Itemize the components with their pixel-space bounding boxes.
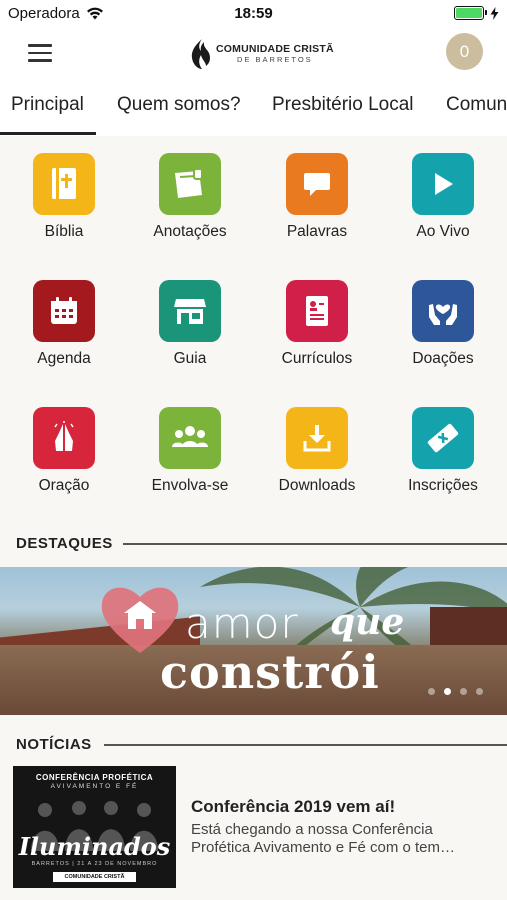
- play-icon: [412, 153, 474, 215]
- tile-downloads[interactable]: Downloads: [254, 404, 380, 514]
- tile-curriculos[interactable]: Currículos: [254, 277, 380, 387]
- logo-line-1: COMUNIDADE CRISTÃ: [216, 43, 334, 55]
- section-divider: [123, 543, 507, 545]
- donation-hands-icon: [412, 280, 474, 342]
- clock: 18:59: [234, 5, 273, 22]
- section-divider: [104, 744, 507, 746]
- tile-label: Envolva-se: [151, 477, 229, 494]
- logo-text: COMUNIDADE CRISTÃ DE BARRETOS: [216, 43, 334, 65]
- counter-badge-button[interactable]: 0: [446, 33, 483, 70]
- speech-bubble-icon: [286, 153, 348, 215]
- church-logo[interactable]: COMUNIDADE CRISTÃ DE BARRETOS: [190, 37, 334, 71]
- app-header: COMUNIDADE CRISTÃ DE BARRETOS 0: [0, 28, 507, 80]
- carousel-dot[interactable]: [428, 688, 435, 695]
- news-section-title: NOTÍCIAS: [16, 736, 92, 753]
- group-icon: [159, 407, 221, 469]
- tile-label: Downloads: [278, 477, 356, 494]
- tile-label: Bíblia: [44, 223, 84, 240]
- tile-label: Guia: [173, 350, 207, 367]
- news-thumbnail: CONFERÊNCIA PROFÉTICA AVIVAMENTO E FÉ Il…: [13, 766, 176, 888]
- tile-biblia[interactable]: Bíblia: [1, 150, 127, 260]
- news-description: Está chegando a nossa Conferência Profét…: [191, 821, 456, 856]
- top-tab-bar: Principal Quem somos? Presbitério Local …: [0, 80, 507, 136]
- thumb-title: CONFERÊNCIA PROFÉTICA: [35, 773, 154, 782]
- tab-quem-somos[interactable]: Quem somos?: [117, 94, 241, 116]
- thumb-subtitle: AVIVAMENTO E FÉ: [50, 783, 139, 790]
- bible-icon: [33, 153, 95, 215]
- tile-label: Inscrições: [408, 477, 478, 494]
- banner-word-constroi: constrói: [160, 645, 380, 699]
- tile-anotacoes[interactable]: Anotações: [127, 150, 253, 260]
- active-tab-indicator: [0, 132, 96, 135]
- tile-agenda[interactable]: Agenda: [1, 277, 127, 387]
- banner-word-amor: amor: [185, 599, 299, 648]
- carousel-dot-active[interactable]: [444, 688, 451, 695]
- tab-comunidade[interactable]: Comun: [446, 94, 507, 116]
- tile-inscricoes[interactable]: Inscrições: [380, 404, 506, 514]
- carousel-pagination: [428, 688, 483, 695]
- highlights-section-title: DESTAQUES: [16, 535, 113, 552]
- praying-hands-icon: [33, 407, 95, 469]
- store-icon: [159, 280, 221, 342]
- tile-label: Oração: [38, 477, 90, 494]
- roof-shape: [430, 607, 507, 647]
- flame-logo-icon: [191, 39, 210, 69]
- tile-label: Doações: [412, 350, 474, 367]
- status-bar: Operadora 18:59: [0, 0, 507, 28]
- news-title: Conferência 2019 vem aí!: [191, 797, 396, 816]
- tile-label: Palavras: [286, 223, 348, 240]
- tab-presbiterio-local[interactable]: Presbitério Local: [272, 94, 414, 116]
- tile-palavras[interactable]: Palavras: [254, 150, 380, 260]
- ticket-icon: [412, 407, 474, 469]
- download-icon: [286, 407, 348, 469]
- tile-label: Ao Vivo: [416, 223, 470, 240]
- menu-bar: [28, 59, 52, 62]
- menu-bar: [28, 51, 52, 54]
- hamburger-menu-button[interactable]: [28, 44, 52, 62]
- tile-label: Currículos: [281, 350, 353, 367]
- tile-doacoes[interactable]: Doações: [380, 277, 506, 387]
- tile-oracao[interactable]: Oração: [1, 404, 127, 514]
- banner-word-que: que: [330, 601, 405, 643]
- carousel-dot[interactable]: [460, 688, 467, 695]
- resume-icon: [286, 280, 348, 342]
- calendar-icon: [33, 280, 95, 342]
- menu-bar: [28, 44, 52, 47]
- tile-label: Agenda: [37, 350, 91, 367]
- thumb-logo: COMUNIDADE CRISTÃ: [53, 872, 136, 882]
- tile-envolva-se[interactable]: Envolva-se: [127, 404, 253, 514]
- carousel-dot[interactable]: [476, 688, 483, 695]
- news-item[interactable]: CONFERÊNCIA PROFÉTICA AVIVAMENTO E FÉ Il…: [13, 766, 493, 888]
- thumb-script-title: Iluminados: [18, 832, 171, 861]
- tile-ao-vivo[interactable]: Ao Vivo: [380, 150, 506, 260]
- tab-principal[interactable]: Principal: [11, 94, 84, 116]
- battery-icon: [454, 6, 487, 20]
- logo-line-2: DE BARRETOS: [237, 55, 313, 64]
- battery-status: [454, 6, 499, 20]
- thumb-date: BARRETOS | 21 A 23 DE NOVEMBRO: [31, 861, 158, 867]
- charging-bolt-icon: [490, 6, 499, 20]
- notes-icon: [159, 153, 221, 215]
- tile-guia[interactable]: Guia: [127, 277, 253, 387]
- tile-label: Anotações: [153, 223, 227, 240]
